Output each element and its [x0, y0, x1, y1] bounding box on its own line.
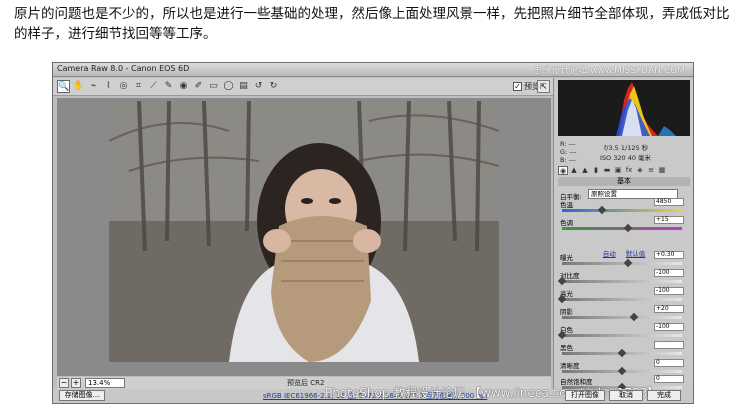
radial-filter-icon[interactable]: ◯	[222, 80, 235, 93]
contrast-value-input[interactable]: -100	[654, 269, 684, 277]
shadows-label: 阴影	[560, 308, 573, 316]
temperature-track[interactable]	[562, 209, 682, 212]
bottom-bar: 存储图像... sRGB IEC61966-2.1; 16 位; 5472 x …	[53, 386, 693, 403]
cancel-button[interactable]: 取消	[609, 390, 643, 401]
exposure-label: 曝光	[560, 254, 573, 262]
rgb-r: R: ---	[560, 140, 576, 148]
temperature-label: 色温	[560, 201, 573, 209]
clarity-label: 清晰度	[560, 362, 580, 370]
panel-tabs: ◉ ▲ ▲ ▮ ▬ ▣ fx ◈ ≡ ▦	[558, 166, 690, 176]
hand-tool-icon[interactable]: ✋	[72, 80, 85, 93]
exposure-thumb[interactable]	[623, 258, 633, 268]
effects-tab-icon[interactable]: fx	[624, 166, 634, 175]
shadows-thumb[interactable]	[629, 312, 639, 322]
tint-slider[interactable]: 色调 +15	[558, 216, 690, 237]
rgb-g: G: ---	[560, 148, 577, 156]
vibrance-value-input[interactable]: 0	[654, 375, 684, 383]
spot-removal-tool-icon[interactable]: ✎	[162, 80, 175, 93]
snapshots-tab-icon[interactable]: ▦	[657, 166, 667, 175]
clarity-value-input[interactable]: 0	[654, 359, 684, 367]
straighten-tool-icon[interactable]: ⟋	[147, 80, 160, 93]
tint-label: 色调	[560, 219, 573, 227]
whites-value-input[interactable]: -100	[654, 323, 684, 331]
hsl-tab-icon[interactable]: ▮	[591, 166, 601, 175]
zoom-out-button[interactable]: −	[59, 378, 69, 388]
camera-calibration-tab-icon[interactable]: ◈	[635, 166, 645, 175]
rotate-left-icon[interactable]: ↺	[252, 80, 265, 93]
basic-section-title: 基本	[558, 177, 690, 186]
camera-raw-window: Camera Raw 8.0 - Canon EOS 6D 思缘设计论坛 www…	[52, 62, 694, 404]
temperature-thumb[interactable]	[597, 205, 606, 215]
preview-checkbox-box[interactable]: ✓	[513, 82, 522, 91]
tint-value-input[interactable]: +15	[654, 216, 684, 224]
lens-tab-icon[interactable]: ▣	[613, 166, 623, 175]
rgb-readout: R: --- G: --- B: ---	[560, 140, 576, 164]
whites-track[interactable]	[562, 334, 682, 337]
window-titlebar: Camera Raw 8.0 - Canon EOS 6D 思缘设计论坛 www…	[53, 63, 693, 77]
presets-tab-icon[interactable]: ≡	[646, 166, 656, 175]
crop-tool-icon[interactable]: ⌗	[132, 80, 145, 93]
rotate-right-icon[interactable]: ↻	[267, 80, 280, 93]
basic-tab-icon[interactable]: ◉	[558, 166, 568, 175]
tool-group: 🔍 ✋ ⌁ ⌇ ◎ ⌗ ⟋ ✎ ◉ ✐ ▭ ◯ ▤ ↺ ↻	[57, 80, 280, 93]
tint-thumb[interactable]	[623, 223, 633, 233]
fullscreen-icon[interactable]: ⇱	[537, 80, 550, 93]
temperature-value-input[interactable]: 4850	[654, 198, 684, 206]
exposure-value-input[interactable]: +0.30	[654, 251, 684, 259]
portrait-image	[109, 101, 499, 362]
exif-iso-focal: ISO 320 40 毫米	[600, 154, 652, 162]
zoom-tool-icon[interactable]: 🔍	[57, 80, 70, 93]
preview-checkbox[interactable]: ✓ 预览	[513, 81, 540, 92]
clarity-thumb[interactable]	[617, 366, 627, 376]
blacks-value-input[interactable]	[654, 341, 684, 349]
shadows-track[interactable]	[562, 316, 682, 319]
rgb-b: B: ---	[560, 156, 576, 164]
histogram	[558, 80, 690, 136]
camera-info: R: --- G: --- B: --- f/3.5 1/125 秒 ISO 3…	[558, 140, 690, 166]
white-balance-tool-icon[interactable]: ⌁	[87, 80, 100, 93]
shadows-value-input[interactable]: +20	[654, 305, 684, 313]
blacks-thumb[interactable]	[617, 348, 627, 358]
window-title: Camera Raw 8.0 - Canon EOS 6D	[57, 64, 190, 73]
contrast-track[interactable]	[562, 280, 682, 283]
done-button[interactable]: 完成	[647, 390, 681, 401]
open-image-button[interactable]: 打开图像	[565, 390, 605, 401]
color-sampler-tool-icon[interactable]: ⌇	[102, 80, 115, 93]
highlights-value-input[interactable]: -100	[654, 287, 684, 295]
zoom-in-button[interactable]: +	[71, 378, 81, 388]
exposure-track[interactable]	[562, 262, 682, 265]
exif-aperture-shutter: f/3.5 1/125 秒	[604, 144, 649, 152]
titlebar-watermark: 思缘设计论坛 www.MISSYUAN.COM	[533, 66, 685, 76]
target-adjust-tool-icon[interactable]: ◎	[117, 80, 130, 93]
preview-photo	[109, 101, 499, 362]
intro-paragraph: 原片的问题也是不少的，所以也是进行一些基础的处理，然后像上面处理风景一样，先把照…	[14, 6, 730, 42]
preferences-icon[interactable]: ▤	[237, 80, 250, 93]
tone-curve-tab-icon[interactable]: ▲	[569, 166, 579, 175]
detail-tab-icon[interactable]: ▲	[580, 166, 590, 175]
highlights-track[interactable]	[562, 298, 682, 301]
save-image-button[interactable]: 存储图像...	[59, 390, 105, 401]
zoom-level-select[interactable]: 13.4%	[85, 378, 125, 388]
graduated-filter-icon[interactable]: ▭	[207, 80, 220, 93]
file-name: 预览后 CR2	[287, 379, 325, 387]
blacks-label: 黑色	[560, 344, 573, 352]
adjustment-brush-icon[interactable]: ✐	[192, 80, 205, 93]
split-toning-tab-icon[interactable]: ▬	[602, 166, 612, 175]
red-eye-tool-icon[interactable]: ◉	[177, 80, 190, 93]
tint-track[interactable]	[562, 227, 682, 230]
preview-canvas[interactable]	[57, 98, 551, 376]
adjustment-panel: R: --- G: --- B: --- f/3.5 1/125 秒 ISO 3…	[553, 78, 693, 392]
